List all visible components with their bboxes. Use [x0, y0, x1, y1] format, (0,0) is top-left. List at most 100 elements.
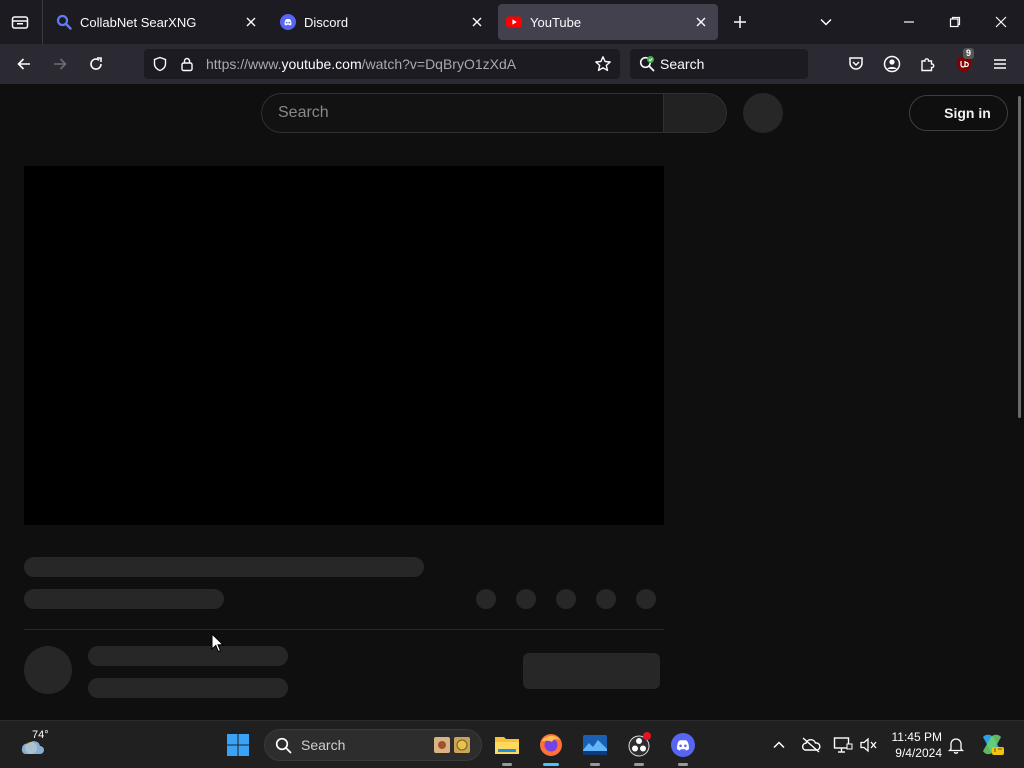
action-button-skeleton — [596, 589, 616, 609]
video-title-skeleton — [24, 557, 424, 577]
running-indicator — [590, 763, 600, 766]
close-tab-icon[interactable] — [244, 15, 258, 29]
minimize-window-button[interactable] — [897, 10, 921, 34]
running-indicator — [502, 763, 512, 766]
youtube-search-button[interactable] — [663, 93, 727, 133]
content-divider — [24, 629, 664, 630]
voice-search-button[interactable] — [743, 93, 783, 133]
url-prefix: https://www. — [206, 56, 282, 72]
pocket-icon — [849, 57, 863, 70]
url-text[interactable]: https://www.youtube.com/watch?v=DqBryO1z… — [206, 56, 516, 72]
taskbar-search-box[interactable]: Search — [264, 729, 482, 761]
firefox-icon — [540, 734, 562, 756]
active-indicator — [543, 763, 559, 766]
url-host: youtube.com — [281, 56, 362, 72]
close-window-button[interactable] — [989, 10, 1013, 34]
account-icon — [883, 55, 901, 73]
reload-icon — [90, 57, 102, 70]
browser-tab-bar: CollabNet SearXNG Discord YouTube — [0, 0, 1024, 44]
start-button[interactable] — [222, 729, 254, 761]
restore-window-button[interactable] — [943, 10, 967, 34]
taskbar-file-explorer[interactable] — [491, 729, 523, 766]
pocket-button[interactable] — [844, 52, 868, 76]
channel-info-skeleton — [24, 589, 224, 609]
action-button-skeleton — [636, 589, 656, 609]
firefox-view-button[interactable] — [6, 8, 34, 36]
tab-title: CollabNet SearXNG — [80, 14, 197, 30]
reload-button[interactable] — [84, 52, 108, 76]
bookmark-star-icon[interactable] — [594, 55, 612, 73]
close-tab-icon[interactable] — [694, 15, 708, 29]
monitor-icon — [833, 737, 853, 753]
discord-favicon-icon — [280, 14, 296, 30]
new-tab-button[interactable] — [728, 10, 752, 34]
tray-onedrive[interactable] — [795, 729, 827, 761]
copilot-button[interactable] — [976, 729, 1008, 761]
tab-title: YouTube — [530, 14, 582, 30]
show-hidden-icons-button[interactable] — [763, 729, 795, 761]
taskbar-discord[interactable] — [667, 729, 699, 766]
discord-icon — [671, 733, 695, 757]
youtube-favicon-icon — [506, 14, 522, 30]
subscriber-count-skeleton — [88, 678, 288, 698]
tab-searxng[interactable]: CollabNet SearXNG — [46, 4, 268, 40]
taskbar-clock[interactable]: 11:45 PM 9/4/2024 — [884, 729, 942, 761]
taskbar-firefox[interactable] — [535, 729, 567, 766]
search-highlight-icon — [433, 735, 473, 755]
browser-search-box[interactable]: Search — [630, 49, 808, 79]
channel-name-skeleton — [88, 646, 288, 666]
notifications-button[interactable] — [940, 729, 972, 761]
hamburger-menu-icon — [994, 59, 1006, 69]
list-all-tabs-button[interactable] — [814, 10, 838, 34]
tab-discord[interactable]: Discord — [270, 4, 494, 40]
tab-bar-divider — [42, 0, 43, 44]
firefox-view-icon — [11, 16, 29, 29]
taskbar-obs-studio[interactable] — [623, 729, 655, 766]
obs-studio-icon — [628, 732, 651, 757]
windows-logo-icon — [227, 734, 249, 756]
copilot-icon — [983, 734, 1004, 755]
page-scrollbar[interactable] — [1018, 96, 1021, 418]
youtube-search-input[interactable]: Search — [261, 93, 663, 133]
channel-avatar-skeleton — [24, 646, 72, 694]
running-indicator — [678, 763, 688, 766]
tray-network-volume[interactable] — [853, 729, 885, 761]
clock-time: 11:45 PM — [891, 730, 942, 744]
forward-button[interactable] — [48, 52, 72, 76]
arrow-left-icon — [17, 58, 30, 70]
puzzle-icon — [921, 58, 935, 72]
sign-in-button[interactable]: Sign in — [909, 95, 1008, 131]
search-favicon-icon — [56, 14, 72, 30]
cloud-offline-icon — [801, 737, 821, 753]
weather-widget[interactable]: 74° — [20, 729, 60, 761]
address-bar[interactable]: https://www.youtube.com/watch?v=DqBryO1z… — [144, 49, 620, 79]
mouse-cursor-icon — [211, 633, 225, 653]
close-tab-icon[interactable] — [470, 15, 484, 29]
running-indicator — [634, 763, 644, 766]
ublock-origin-button[interactable]: 9 — [952, 48, 976, 76]
action-button-skeleton — [516, 589, 536, 609]
tab-youtube[interactable]: YouTube — [498, 4, 718, 40]
windows-taskbar: 74° Search 11:45 PM 9/4/2024 — [0, 720, 1024, 768]
lock-icon[interactable] — [179, 56, 195, 72]
taskbar-photos[interactable] — [579, 729, 611, 766]
app-menu-button[interactable] — [988, 52, 1012, 76]
back-button[interactable] — [12, 52, 36, 76]
subscribe-button-skeleton — [523, 653, 660, 689]
extension-badge: 9 — [963, 48, 975, 59]
video-player[interactable] — [24, 166, 664, 525]
account-button[interactable] — [880, 52, 904, 76]
chevron-down-icon — [820, 18, 832, 26]
extensions-button[interactable] — [916, 52, 940, 76]
action-button-skeleton — [476, 589, 496, 609]
youtube-search-placeholder: Search — [278, 104, 329, 121]
plus-icon — [734, 16, 746, 28]
search-engine-icon — [638, 55, 656, 73]
minimize-icon — [904, 21, 914, 23]
tracking-protection-shield-icon[interactable] — [152, 56, 168, 72]
arrow-right-icon — [54, 58, 67, 70]
chevron-up-icon — [773, 741, 785, 749]
browser-nav-bar: https://www.youtube.com/watch?v=DqBryO1z… — [0, 44, 1024, 84]
taskbar-search-label: Search — [301, 737, 346, 753]
weather-temperature: 74° — [32, 729, 49, 741]
